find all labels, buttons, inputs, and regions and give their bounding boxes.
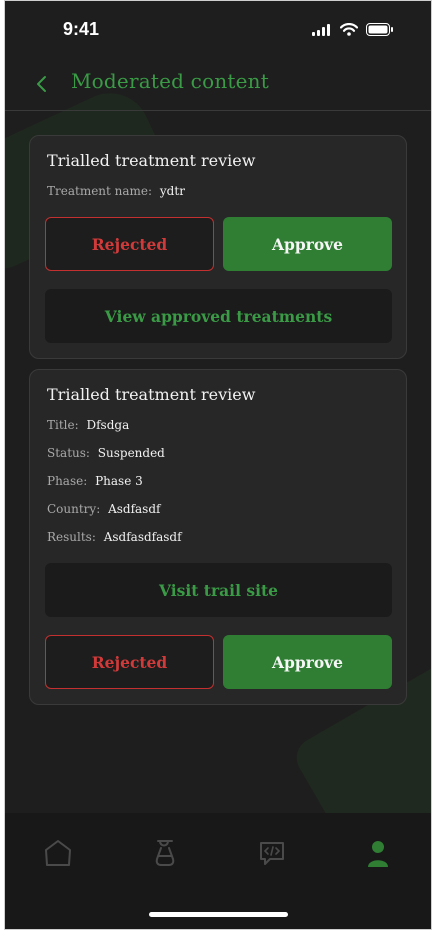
field-value: Asdfasdfasdf: [103, 530, 182, 544]
field-value: Suspended: [97, 446, 165, 460]
field-label: Country:: [47, 502, 101, 516]
reject-label: Rejected: [91, 652, 168, 672]
page-title: Moderated content: [71, 69, 269, 93]
home-icon[interactable]: [42, 837, 74, 869]
status-icons: [312, 23, 393, 36]
signal-icon: [312, 23, 330, 36]
field-row: Status: Suspended: [47, 446, 165, 460]
visit-trial-site-button[interactable]: Visit trail site: [45, 563, 392, 617]
approve-button[interactable]: Approve: [223, 217, 392, 271]
review-card: Trialled treatment review Title: Dfsdga …: [29, 369, 407, 705]
field-row: Phase: Phase 3: [47, 474, 143, 488]
wifi-icon: [340, 23, 358, 36]
field-label: Status:: [47, 446, 90, 460]
field-label: Phase:: [47, 474, 88, 488]
field-value: Dfsdga: [86, 418, 130, 432]
field-value: Phase 3: [95, 474, 143, 488]
field-row: Country: Asdfasdf: [47, 502, 160, 516]
view-approved-treatments-button[interactable]: View approved treatments: [45, 289, 392, 343]
button-label: View approved treatments: [104, 306, 333, 326]
status-time: 9:41: [63, 19, 100, 39]
approve-button[interactable]: Approve: [223, 635, 392, 689]
field-value: Asdfasdf: [108, 502, 161, 516]
approve-label: Approve: [271, 652, 344, 672]
card-title: Trialled treatment review: [47, 151, 256, 170]
back-chevron-icon[interactable]: [33, 72, 53, 96]
home-indicator: [149, 912, 288, 917]
chat-code-icon[interactable]: [256, 837, 288, 869]
field-value: ydtr: [159, 184, 185, 198]
status-bar: 9:41: [5, 1, 431, 61]
flask-icon[interactable]: [149, 837, 181, 869]
field-label: Title:: [47, 418, 79, 432]
approve-label: Approve: [271, 234, 344, 254]
reject-button[interactable]: Rejected: [45, 217, 214, 271]
reject-label: Rejected: [91, 234, 168, 254]
field-label: Results:: [47, 530, 96, 544]
battery-icon: [366, 23, 393, 36]
field-label: Treatment name:: [47, 184, 153, 198]
header: Moderated content: [5, 61, 431, 111]
field-row: Treatment name: ydtr: [47, 184, 185, 198]
field-row: Results: Asdfasdfasdf: [47, 530, 182, 544]
reject-button[interactable]: Rejected: [45, 635, 214, 689]
field-row: Title: Dfsdga: [47, 418, 129, 432]
app-screen: 9:41 Moderated content Trialled treatmen…: [4, 0, 432, 930]
profile-icon[interactable]: [362, 837, 394, 869]
review-card: Trialled treatment review Treatment name…: [29, 135, 407, 359]
button-label: Visit trail site: [159, 580, 278, 600]
card-title: Trialled treatment review: [47, 385, 256, 404]
